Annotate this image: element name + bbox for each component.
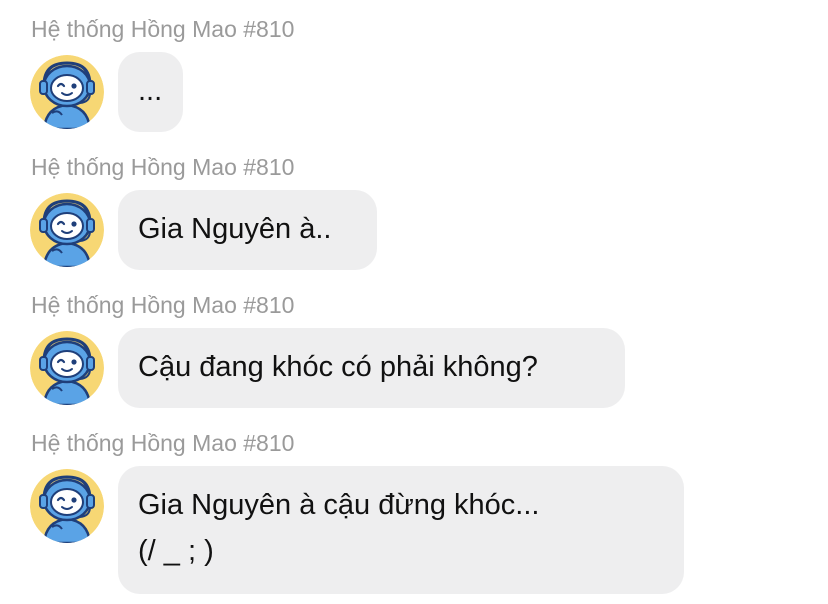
sender-name: Hệ thống Hồng Mao #810 bbox=[31, 430, 295, 456]
message-bubble[interactable]: ... bbox=[118, 52, 183, 132]
robot-avatar-icon[interactable] bbox=[30, 469, 104, 543]
sender-name: Hệ thống Hồng Mao #810 bbox=[31, 292, 295, 318]
chat-thread: Hệ thống Hồng Mao #810 ... Hệ thống Hồng… bbox=[0, 0, 828, 604]
message-bubble[interactable]: Cậu đang khóc có phải không? bbox=[118, 328, 625, 408]
message-bubble[interactable]: Gia Nguyên à cậu đừng khóc... (/ _ ; ) bbox=[118, 466, 684, 594]
robot-avatar-icon[interactable] bbox=[30, 193, 104, 267]
sender-name: Hệ thống Hồng Mao #810 bbox=[31, 154, 295, 180]
sender-name: Hệ thống Hồng Mao #810 bbox=[31, 16, 295, 42]
robot-avatar-icon[interactable] bbox=[30, 331, 104, 405]
message-bubble[interactable]: Gia Nguyên à.. bbox=[118, 190, 377, 270]
robot-avatar-icon[interactable] bbox=[30, 55, 104, 129]
